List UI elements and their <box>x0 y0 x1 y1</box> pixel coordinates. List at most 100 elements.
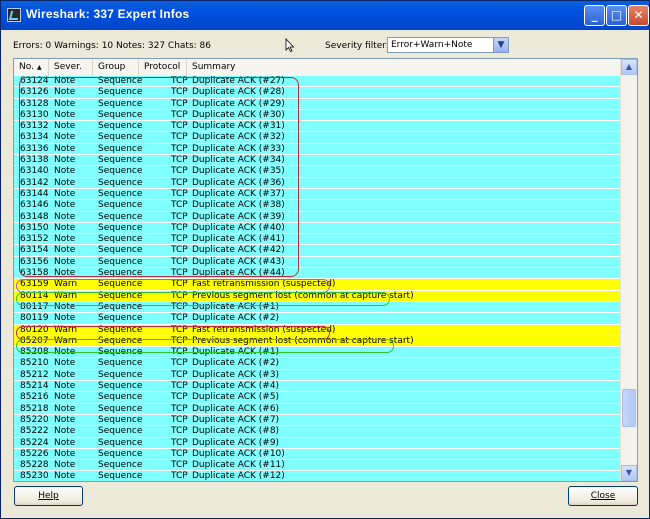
close-window-button[interactable]: ✕ <box>628 5 649 26</box>
cell-severity: Note <box>54 347 76 358</box>
severity-filter-dropdown[interactable]: Error+Warn+Note ▼ <box>387 37 509 53</box>
cell-summary: Duplicate ACK (#8) <box>192 426 280 437</box>
table-row[interactable]: 85220 Note Sequence TCP Duplicate ACK (#7) <box>14 414 622 427</box>
table-row[interactable]: 85224 Note Sequence TCP Duplicate ACK (#9) <box>14 437 622 449</box>
table-row[interactable]: 85226 Note Sequence TCP Duplicate ACK (#10) <box>14 448 622 461</box>
help-button[interactable]: Help <box>14 486 83 506</box>
cell-summary: Duplicate ACK (#39) <box>192 211 285 222</box>
table-row[interactable]: 80117 Note Sequence TCP Duplicate ACK (#1) <box>14 301 622 314</box>
cell-group: Sequence <box>98 222 143 233</box>
scroll-down-button[interactable]: ▼ <box>621 465 637 481</box>
table-row[interactable]: 85208 Note Sequence TCP Duplicate ACK (#1) <box>14 347 622 359</box>
table-row[interactable]: 80120 Warn Sequence TCP Fast retransmission … <box>14 324 622 336</box>
table-row[interactable]: 63134 Note Sequence TCP Duplicate ACK (#32) <box>14 132 622 144</box>
cell-severity: Note <box>54 392 76 403</box>
cell-number: 80114 <box>20 290 49 301</box>
cell-severity: Note <box>54 256 76 267</box>
table-row[interactable]: 85216 Note Sequence TCP Duplicate ACK (#5) <box>14 392 622 404</box>
maximize-button[interactable]: □ <box>606 5 627 26</box>
column-header-group[interactable]: Group <box>93 59 139 76</box>
table-row[interactable]: 63144 Note Sequence TCP Duplicate ACK (#37) <box>14 188 622 201</box>
table-row[interactable]: 63156 Note Sequence TCP Duplicate ACK (#43) <box>14 256 622 269</box>
cell-summary: Duplicate ACK (#1) <box>192 301 280 312</box>
cell-number: 63124 <box>20 76 49 86</box>
table-row[interactable]: 63152 Note Sequence TCP Duplicate ACK (#41) <box>14 234 622 246</box>
scroll-thumb[interactable] <box>622 389 636 427</box>
cell-protocol: TCP <box>171 268 188 279</box>
cell-summary: Duplicate ACK (#41) <box>192 234 285 245</box>
cell-group: Sequence <box>98 324 143 335</box>
title-bar[interactable]: Wireshark: 337 Expert Infos _ □ ✕ <box>1 1 649 30</box>
table-row[interactable]: 85222 Note Sequence TCP Duplicate ACK (#8) <box>14 426 622 438</box>
cell-summary: Duplicate ACK (#37) <box>192 188 285 199</box>
cell-severity: Note <box>54 313 76 324</box>
cell-group: Sequence <box>98 426 143 437</box>
scroll-up-button[interactable]: ▲ <box>621 59 637 75</box>
table-row[interactable]: 85210 Note Sequence TCP Duplicate ACK (#2) <box>14 358 622 370</box>
table-row[interactable]: 63130 Note Sequence TCP Duplicate ACK (#30) <box>14 109 622 122</box>
cell-severity: Note <box>54 132 76 143</box>
column-header-protocol[interactable]: Protocol <box>139 59 187 76</box>
table-row[interactable]: 85228 Note Sequence TCP Duplicate ACK (#11) <box>14 460 622 472</box>
table-row[interactable]: 63124 Note Sequence TCP Duplicate ACK (#27) <box>14 76 622 88</box>
minimize-button[interactable]: _ <box>584 5 605 26</box>
table-row[interactable]: 63146 Note Sequence TCP Duplicate ACK (#38) <box>14 200 622 212</box>
table-row[interactable]: 63148 Note Sequence TCP Duplicate ACK (#39) <box>14 211 622 223</box>
table-row[interactable]: 85207 Warn Sequence TCP Previous segment los… <box>14 335 622 348</box>
cell-protocol: TCP <box>171 245 188 256</box>
table-row[interactable]: 63150 Note Sequence TCP Duplicate ACK (#40) <box>14 222 622 235</box>
table-row[interactable]: 63159 Warn Sequence TCP Fast retransmission … <box>14 279 622 291</box>
cell-severity: Warn <box>54 324 78 335</box>
cell-severity: Warn <box>54 279 78 290</box>
cell-summary: Duplicate ACK (#6) <box>192 403 280 414</box>
sort-arrow-icon: ▲ <box>36 64 42 71</box>
table-row[interactable]: 63140 Note Sequence TCP Duplicate ACK (#35) <box>14 166 622 178</box>
cell-protocol: TCP <box>171 414 188 425</box>
chevron-down-icon[interactable]: ▼ <box>493 38 508 52</box>
cell-severity: Note <box>54 471 76 481</box>
table-row[interactable]: 63142 Note Sequence TCP Duplicate ACK (#36) <box>14 177 622 189</box>
table-row[interactable]: 63132 Note Sequence TCP Duplicate ACK (#31) <box>14 121 622 133</box>
cell-severity: Note <box>54 268 76 279</box>
cell-summary: Duplicate ACK (#11) <box>192 460 285 471</box>
cell-severity: Note <box>54 426 76 437</box>
table-row[interactable]: 63158 Note Sequence TCP Duplicate ACK (#44) <box>14 268 622 280</box>
cell-number: 85214 <box>20 381 49 392</box>
cell-number: 80117 <box>20 301 49 312</box>
table-row[interactable]: 80119 Note Sequence TCP Duplicate ACK (#2) <box>14 313 622 325</box>
cell-severity: Note <box>54 76 76 86</box>
table-row[interactable]: 85230 Note Sequence TCP Duplicate ACK (#12) <box>14 471 622 481</box>
cell-severity: Note <box>54 381 76 392</box>
cell-summary: Previous segment lost (common at capture… <box>192 290 414 301</box>
column-header-summary[interactable]: Summary <box>187 59 622 76</box>
table-row[interactable]: 85212 Note Sequence TCP Duplicate ACK (#3) <box>14 369 622 382</box>
table-row[interactable]: 63154 Note Sequence TCP Duplicate ACK (#42) <box>14 245 622 257</box>
cell-number: 63140 <box>20 166 49 177</box>
table-row[interactable]: 63126 Note Sequence TCP Duplicate ACK (#28) <box>14 87 622 99</box>
cell-group: Sequence <box>98 211 143 222</box>
cell-severity: Note <box>54 448 76 459</box>
cell-summary: Duplicate ACK (#34) <box>192 155 285 166</box>
cell-protocol: TCP <box>171 98 188 109</box>
cell-number: 85222 <box>20 426 49 437</box>
vertical-scrollbar[interactable]: ▲ ▼ <box>620 59 637 481</box>
cell-protocol: TCP <box>171 121 188 132</box>
expert-info-table[interactable]: No. ▲ Sever. Group Protocol Summary 63124… <box>13 58 638 482</box>
table-row[interactable]: 63136 Note Sequence TCP Duplicate ACK (#33) <box>14 143 622 156</box>
cell-group: Sequence <box>98 471 143 481</box>
table-row[interactable]: 63138 Note Sequence TCP Duplicate ACK (#34) <box>14 155 622 167</box>
cell-severity: Note <box>54 222 76 233</box>
cell-group: Sequence <box>98 132 143 143</box>
table-row[interactable]: 63128 Note Sequence TCP Duplicate ACK (#29) <box>14 98 622 110</box>
column-header-no[interactable]: No. ▲ <box>14 59 49 76</box>
table-row[interactable]: 80114 Warn Sequence TCP Previous segment los… <box>14 290 622 302</box>
column-header-severity[interactable]: Sever. <box>49 59 93 76</box>
cell-group: Sequence <box>98 448 143 459</box>
table-row[interactable]: 85214 Note Sequence TCP Duplicate ACK (#4) <box>14 381 622 393</box>
cell-group: Sequence <box>98 200 143 211</box>
table-row[interactable]: 85218 Note Sequence TCP Duplicate ACK (#6) <box>14 403 622 415</box>
cell-group: Sequence <box>98 121 143 132</box>
close-button[interactable]: Close <box>568 486 638 506</box>
cell-group: Sequence <box>98 76 143 86</box>
cell-summary: Duplicate ACK (#10) <box>192 448 285 459</box>
